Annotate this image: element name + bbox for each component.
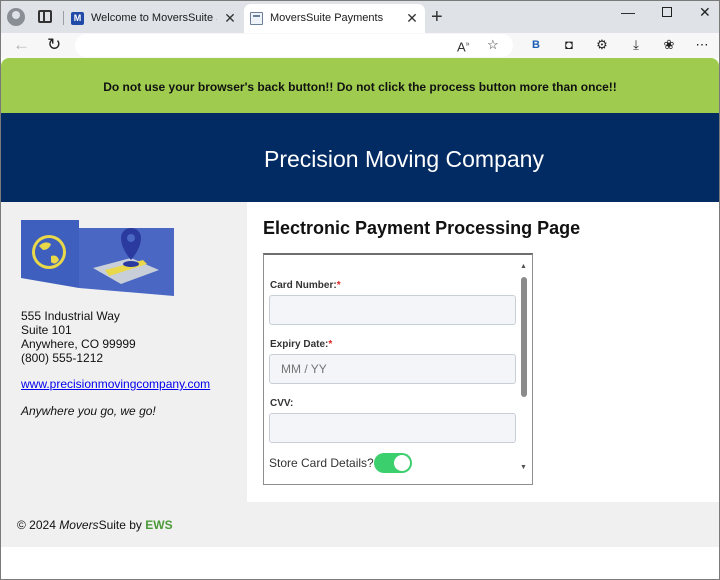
form-scrollbar[interactable]: ▲ ▼ — [517, 255, 531, 484]
copyright-text: © 2024 MoversSuite by EWS — [17, 518, 173, 532]
website-link[interactable]: www.precisionmovingcompany.com — [21, 377, 210, 391]
cvv-label: CVV: — [270, 398, 294, 409]
tab-strip: M Welcome to MoversSuite Software ✕ Move… — [1, 1, 719, 33]
expiry-date-label: Expiry Date:* — [270, 339, 333, 350]
ews-brand: EWS — [145, 518, 173, 532]
card-number-input[interactable] — [269, 295, 516, 325]
tab-label: MoversSuite Payments — [270, 12, 384, 24]
maximize-icon[interactable] — [662, 7, 672, 17]
tab-label: Welcome to MoversSuite Software — [91, 12, 217, 24]
favorite-star-icon[interactable]: ☆ — [487, 35, 499, 55]
browser-toolbar: ← ↻ A» ☆ B ◘ ⚙ ⤓ ❀ ⋯ — [1, 33, 719, 58]
expiry-date-input[interactable] — [269, 354, 516, 384]
phone-number: (800) 555-1212 — [21, 351, 104, 365]
page-title: Electronic Payment Processing Page — [263, 218, 581, 238]
toggle-knob — [394, 455, 410, 471]
scroll-down-icon[interactable]: ▼ — [520, 464, 527, 471]
close-tab-icon[interactable]: ✕ — [223, 4, 237, 33]
cvv-input[interactable] — [269, 413, 516, 443]
address-line: Suite 101 — [21, 323, 72, 337]
refresh-icon[interactable]: ↻ — [47, 35, 61, 55]
extensions-puzzle-icon[interactable]: ⚙ — [593, 35, 611, 55]
tab-payments[interactable]: MoversSuite Payments ✕ — [244, 4, 425, 33]
company-address: 555 Industrial Way Suite 101 Anywhere, C… — [21, 309, 136, 365]
shield-extension-icon[interactable]: ◘ — [560, 35, 578, 55]
profile-icon[interactable] — [7, 8, 25, 26]
store-card-toggle[interactable] — [374, 453, 412, 473]
window-close-icon[interactable]: ✕ — [699, 4, 711, 20]
tab-separator — [63, 11, 64, 25]
company-logo — [21, 220, 174, 296]
company-name: Precision Moving Company — [264, 146, 544, 172]
more-options-icon[interactable]: ⋯ — [693, 35, 711, 55]
download-icon[interactable]: ⤓ — [627, 35, 645, 55]
sidebar: 555 Industrial Way Suite 101 Anywhere, C… — [1, 202, 247, 502]
store-card-label: Store Card Details? — [269, 456, 374, 470]
bold-extension-icon[interactable]: B — [527, 35, 545, 55]
tab-actions-icon[interactable] — [38, 10, 52, 23]
scroll-thumb[interactable] — [521, 277, 527, 397]
address-bar[interactable]: A» ☆ — [75, 34, 513, 57]
minimize-icon[interactable]: — — [621, 4, 635, 20]
page-footer: © 2024 MoversSuite by EWS — [1, 502, 719, 547]
address-line: 555 Industrial Way — [21, 309, 120, 323]
tagline: Anywhere you go, we go! — [21, 404, 156, 418]
page-favicon-icon — [250, 12, 263, 25]
main-content: Electronic Payment Processing Page Card … — [247, 202, 719, 502]
scroll-up-icon[interactable]: ▲ — [520, 263, 527, 270]
read-aloud-icon[interactable]: A» — [457, 35, 470, 57]
web-page: Do not use your browser's back button!! … — [1, 58, 719, 579]
address-line: Anywhere, CO 99999 — [21, 337, 136, 351]
payment-form-frame: Card Number:* Expiry Date:* CVV: Store C… — [263, 253, 533, 485]
card-number-label: Card Number:* — [270, 280, 341, 291]
collections-icon[interactable]: ❀ — [660, 35, 678, 55]
moverssuite-favicon-icon: M — [71, 12, 84, 25]
new-tab-icon[interactable]: + — [431, 4, 443, 30]
back-arrow-icon[interactable]: ← — [13, 35, 30, 55]
tab-welcome[interactable]: M Welcome to MoversSuite Software ✕ — [65, 4, 243, 33]
warning-banner: Do not use your browser's back button!! … — [1, 58, 719, 113]
browser-window: M Welcome to MoversSuite Software ✕ Move… — [0, 0, 720, 580]
close-tab-icon[interactable]: ✕ — [405, 4, 419, 33]
